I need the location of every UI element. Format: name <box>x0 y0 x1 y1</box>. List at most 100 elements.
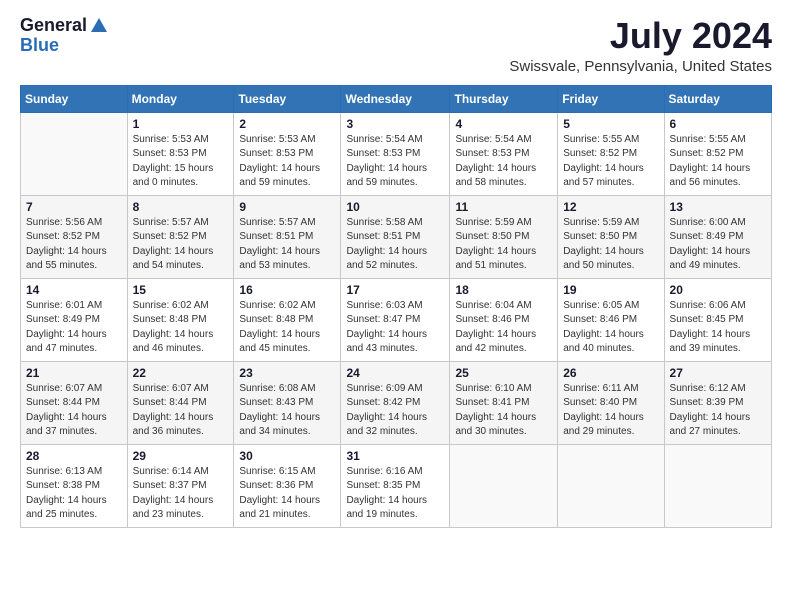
page: General Blue July 2024 Swissvale, Pennsy… <box>0 0 792 538</box>
calendar-cell: 8 Sunrise: 5:57 AM Sunset: 8:52 PM Daylig… <box>127 195 234 278</box>
calendar-cell: 13 Sunrise: 6:00 AM Sunset: 8:49 PM Dayli… <box>664 195 771 278</box>
weekday-monday: Monday <box>127 85 234 112</box>
day-number: 8 <box>133 200 229 214</box>
calendar-cell <box>21 112 128 195</box>
day-number: 11 <box>455 200 552 214</box>
day-info: Sunrise: 6:16 AM Sunset: 8:35 PM Dayligh… <box>346 465 444 523</box>
day-number: 18 <box>455 283 552 297</box>
day-info: Sunrise: 6:09 AM Sunset: 8:42 PM Dayligh… <box>346 382 444 440</box>
calendar-cell: 23Sunrise: 6:08 AM Sunset: 8:43 PM Dayli… <box>234 361 341 444</box>
calendar-cell: 26Sunrise: 6:11 AM Sunset: 8:40 PM Dayli… <box>558 361 664 444</box>
calendar-cell: 3Sunrise: 5:54 AM Sunset: 8:53 PM Daylig… <box>341 112 450 195</box>
calendar-cell: 24 Sunrise: 6:09 AM Sunset: 8:42 PM Dayli… <box>341 361 450 444</box>
day-info: Sunrise: 6:10 AM Sunset: 8:41 PM Dayligh… <box>455 382 552 440</box>
calendar-cell: 25 Sunrise: 6:10 AM Sunset: 8:41 PM Dayli… <box>450 361 558 444</box>
calendar-cell <box>558 444 664 527</box>
day-number: 13 <box>670 200 766 214</box>
day-info: Sunrise: 5:58 AM Sunset: 8:51 PM Dayligh… <box>346 216 444 274</box>
calendar-cell: 31 Sunrise: 6:16 AM Sunset: 8:35 PM Dayli… <box>341 444 450 527</box>
day-number: 5 <box>563 117 658 131</box>
calendar-cell: 5Sunrise: 5:55 AM Sunset: 8:52 PM Daylig… <box>558 112 664 195</box>
week-row-2: 7 Sunrise: 5:56 AM Sunset: 8:52 PM Daylig… <box>21 195 772 278</box>
day-number: 6 <box>670 117 766 131</box>
day-info: Sunrise: 6:08 AM Sunset: 8:43 PM Dayligh… <box>239 382 335 440</box>
day-number: 16 <box>239 283 335 297</box>
day-info: Sunrise: 5:57 AM Sunset: 8:52 PM Dayligh… <box>133 216 229 274</box>
calendar-cell: 27Sunrise: 6:12 AM Sunset: 8:39 PM Dayli… <box>664 361 771 444</box>
day-info: Sunrise: 6:13 AM Sunset: 8:38 PM Dayligh… <box>26 465 122 523</box>
day-info: Sunrise: 5:53 AM Sunset: 8:53 PM Dayligh… <box>133 133 229 191</box>
day-info: Sunrise: 5:53 AM Sunset: 8:53 PM Dayligh… <box>239 133 335 191</box>
day-info: Sunrise: 5:57 AM Sunset: 8:51 PM Dayligh… <box>239 216 335 274</box>
calendar-cell: 1 Sunrise: 5:53 AM Sunset: 8:53 PM Daylig… <box>127 112 234 195</box>
day-info: Sunrise: 6:02 AM Sunset: 8:48 PM Dayligh… <box>133 299 229 357</box>
week-row-3: 14Sunrise: 6:01 AM Sunset: 8:49 PM Dayli… <box>21 278 772 361</box>
calendar-cell: 7 Sunrise: 5:56 AM Sunset: 8:52 PM Daylig… <box>21 195 128 278</box>
calendar-cell: 15 Sunrise: 6:02 AM Sunset: 8:48 PM Dayli… <box>127 278 234 361</box>
day-number: 1 <box>133 117 229 131</box>
header: General Blue July 2024 Swissvale, Pennsy… <box>20 16 772 75</box>
day-info: Sunrise: 6:01 AM Sunset: 8:49 PM Dayligh… <box>26 299 122 357</box>
day-info: Sunrise: 6:15 AM Sunset: 8:36 PM Dayligh… <box>239 465 335 523</box>
calendar-cell: 18Sunrise: 6:04 AM Sunset: 8:46 PM Dayli… <box>450 278 558 361</box>
calendar-cell: 9Sunrise: 5:57 AM Sunset: 8:51 PM Daylig… <box>234 195 341 278</box>
day-number: 22 <box>133 366 229 380</box>
day-info: Sunrise: 5:59 AM Sunset: 8:50 PM Dayligh… <box>455 216 552 274</box>
day-info: Sunrise: 5:56 AM Sunset: 8:52 PM Dayligh… <box>26 216 122 274</box>
day-number: 28 <box>26 449 122 463</box>
calendar-cell: 4 Sunrise: 5:54 AM Sunset: 8:53 PM Daylig… <box>450 112 558 195</box>
day-number: 7 <box>26 200 122 214</box>
day-info: Sunrise: 6:12 AM Sunset: 8:39 PM Dayligh… <box>670 382 766 440</box>
day-number: 15 <box>133 283 229 297</box>
calendar-cell: 21Sunrise: 6:07 AM Sunset: 8:44 PM Dayli… <box>21 361 128 444</box>
day-info: Sunrise: 6:07 AM Sunset: 8:44 PM Dayligh… <box>26 382 122 440</box>
logo-blue: Blue <box>20 35 59 55</box>
title-block: July 2024 Swissvale, Pennsylvania, Unite… <box>509 16 772 75</box>
weekday-wednesday: Wednesday <box>341 85 450 112</box>
day-info: Sunrise: 5:54 AM Sunset: 8:53 PM Dayligh… <box>455 133 552 191</box>
calendar-cell: 29 Sunrise: 6:14 AM Sunset: 8:37 PM Dayli… <box>127 444 234 527</box>
weekday-sunday: Sunday <box>21 85 128 112</box>
calendar-cell <box>664 444 771 527</box>
location-title: Swissvale, Pennsylvania, United States <box>509 58 772 75</box>
day-info: Sunrise: 6:05 AM Sunset: 8:46 PM Dayligh… <box>563 299 658 357</box>
day-number: 19 <box>563 283 658 297</box>
calendar-cell: 16 Sunrise: 6:02 AM Sunset: 8:48 PM Dayli… <box>234 278 341 361</box>
day-number: 20 <box>670 283 766 297</box>
day-number: 2 <box>239 117 335 131</box>
day-info: Sunrise: 5:59 AM Sunset: 8:50 PM Dayligh… <box>563 216 658 274</box>
logo-icon <box>89 16 109 36</box>
month-title: July 2024 <box>509 16 772 56</box>
weekday-thursday: Thursday <box>450 85 558 112</box>
day-number: 30 <box>239 449 335 463</box>
logo: General Blue <box>20 16 109 56</box>
day-number: 3 <box>346 117 444 131</box>
calendar-cell: 12Sunrise: 5:59 AM Sunset: 8:50 PM Dayli… <box>558 195 664 278</box>
day-number: 31 <box>346 449 444 463</box>
week-row-4: 21Sunrise: 6:07 AM Sunset: 8:44 PM Dayli… <box>21 361 772 444</box>
calendar-cell: 19 Sunrise: 6:05 AM Sunset: 8:46 PM Dayli… <box>558 278 664 361</box>
week-row-1: 1 Sunrise: 5:53 AM Sunset: 8:53 PM Daylig… <box>21 112 772 195</box>
day-number: 4 <box>455 117 552 131</box>
week-row-5: 28 Sunrise: 6:13 AM Sunset: 8:38 PM Dayli… <box>21 444 772 527</box>
day-number: 29 <box>133 449 229 463</box>
day-number: 17 <box>346 283 444 297</box>
day-info: Sunrise: 6:02 AM Sunset: 8:48 PM Dayligh… <box>239 299 335 357</box>
calendar-cell: 28 Sunrise: 6:13 AM Sunset: 8:38 PM Dayli… <box>21 444 128 527</box>
weekday-saturday: Saturday <box>664 85 771 112</box>
calendar-cell: 10 Sunrise: 5:58 AM Sunset: 8:51 PM Dayli… <box>341 195 450 278</box>
day-number: 25 <box>455 366 552 380</box>
calendar-cell: 6 Sunrise: 5:55 AM Sunset: 8:52 PM Daylig… <box>664 112 771 195</box>
day-info: Sunrise: 6:00 AM Sunset: 8:49 PM Dayligh… <box>670 216 766 274</box>
day-info: Sunrise: 5:55 AM Sunset: 8:52 PM Dayligh… <box>670 133 766 191</box>
weekday-header-row: SundayMondayTuesdayWednesdayThursdayFrid… <box>21 85 772 112</box>
day-info: Sunrise: 6:14 AM Sunset: 8:37 PM Dayligh… <box>133 465 229 523</box>
calendar-cell: 11 Sunrise: 5:59 AM Sunset: 8:50 PM Dayli… <box>450 195 558 278</box>
logo-general: General <box>20 16 87 36</box>
day-info: Sunrise: 6:11 AM Sunset: 8:40 PM Dayligh… <box>563 382 658 440</box>
weekday-friday: Friday <box>558 85 664 112</box>
day-info: Sunrise: 6:06 AM Sunset: 8:45 PM Dayligh… <box>670 299 766 357</box>
calendar-table: SundayMondayTuesdayWednesdayThursdayFrid… <box>20 85 772 528</box>
day-number: 24 <box>346 366 444 380</box>
day-number: 10 <box>346 200 444 214</box>
